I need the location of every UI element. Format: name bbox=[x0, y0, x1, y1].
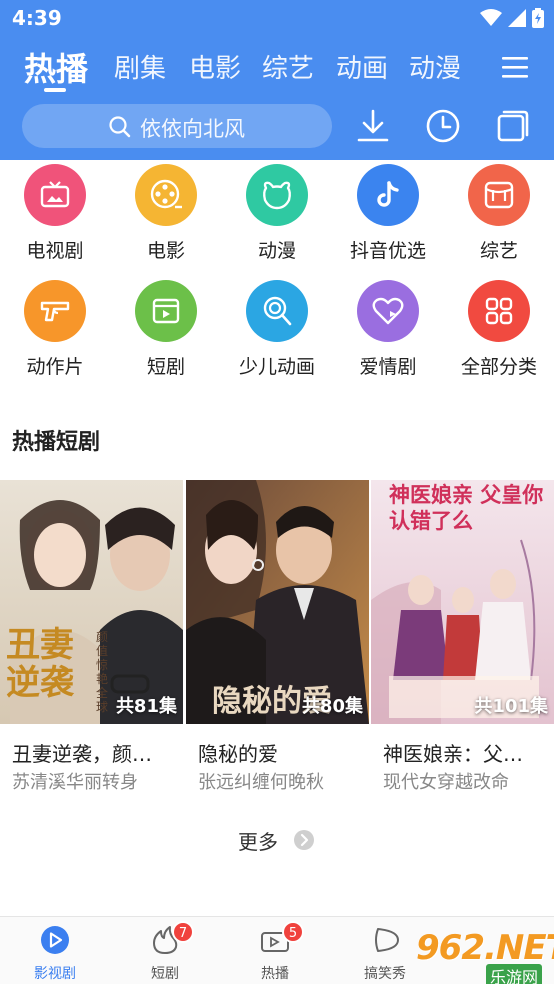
category-icon-bg bbox=[357, 280, 419, 342]
episode-count: 共101集 bbox=[474, 696, 548, 717]
category-label: 动漫 bbox=[257, 240, 296, 262]
card-subtitle: 苏清溪华丽转身 bbox=[12, 772, 138, 793]
poster-subtitle-text: 颜值惊艳全球 bbox=[96, 630, 109, 714]
tab-movies[interactable]: 电影 bbox=[189, 48, 241, 85]
category-icon-bg bbox=[246, 164, 308, 226]
film-reel-icon bbox=[150, 179, 182, 209]
category-label: 综艺 bbox=[479, 240, 518, 262]
category-short-drama[interactable]: 短剧 bbox=[111, 280, 221, 390]
wifi-icon bbox=[480, 9, 502, 26]
download-icon[interactable] bbox=[354, 107, 392, 145]
watermark-subtext: 乐游网 bbox=[486, 964, 543, 984]
app-header: 4:39 热播 剧集 电影 综艺 动画 动漫 依依向北风 bbox=[0, 0, 554, 160]
search-input[interactable]: 依依向北风 bbox=[22, 104, 332, 148]
poster-title-text: 神医娘亲 父皇你认错了么 bbox=[389, 482, 544, 533]
nav-label: 影视剧 bbox=[34, 966, 76, 982]
poster-image: 丑妻逆袭 颜值惊艳全球 共81集 bbox=[0, 480, 183, 724]
gun-icon bbox=[40, 301, 70, 322]
menu-icon[interactable] bbox=[500, 52, 530, 82]
episode-count: 共80集 bbox=[301, 696, 363, 717]
grid-icon bbox=[485, 297, 513, 325]
play-circle-icon bbox=[41, 926, 69, 954]
nav-item-short-drama[interactable]: 7 短剧 bbox=[110, 917, 220, 984]
category-romance[interactable]: 爱情剧 bbox=[333, 280, 443, 390]
search-icon bbox=[109, 116, 131, 138]
category-label: 全部分类 bbox=[460, 356, 537, 378]
tab-hot[interactable]: 热播 bbox=[24, 44, 88, 90]
card-subtitle: 张远纠缠何晚秋 bbox=[198, 772, 324, 793]
drama-card[interactable]: 神医娘亲 父皇你认错了么 共101集 神医娘亲：父… 现代女穿越改命 bbox=[371, 480, 554, 793]
nav-label: 短剧 bbox=[151, 966, 179, 982]
category-label: 电影 bbox=[146, 240, 185, 262]
poster-title-text: 丑妻逆袭 bbox=[6, 625, 74, 703]
nav-item-tv-series[interactable]: 影视剧 bbox=[0, 917, 110, 984]
notification-badge: 5 bbox=[282, 921, 304, 943]
category-anime[interactable]: 动漫 bbox=[222, 164, 332, 274]
nav-item-hot[interactable]: 5 热播 bbox=[220, 917, 330, 984]
notification-badge: 7 bbox=[172, 921, 194, 943]
category-icon-bg bbox=[24, 164, 86, 226]
category-icon-bg bbox=[135, 164, 197, 226]
tab-series[interactable]: 剧集 bbox=[114, 48, 166, 85]
card-title: 神医娘亲：父… bbox=[383, 742, 523, 766]
video-clip-icon bbox=[152, 298, 180, 324]
category-tabs: 热播 剧集 电影 综艺 动画 动漫 bbox=[0, 42, 554, 92]
category-icon-bg bbox=[135, 280, 197, 342]
tab-animation[interactable]: 动画 bbox=[336, 48, 388, 85]
category-all[interactable]: 全部分类 bbox=[444, 280, 554, 390]
tab-anime[interactable]: 动漫 bbox=[409, 48, 461, 85]
battery-icon bbox=[532, 8, 544, 28]
category-douyin-picks[interactable]: 抖音优选 bbox=[333, 164, 443, 274]
drama-card[interactable]: 丑妻逆袭 颜值惊艳全球 共81集 丑妻逆袭，颜… 苏清溪华丽转身 bbox=[0, 480, 183, 793]
more-button[interactable]: 更多 bbox=[0, 826, 554, 856]
status-time: 4:39 bbox=[12, 6, 62, 30]
category-icon-bg bbox=[246, 280, 308, 342]
play-bubble-icon bbox=[375, 928, 399, 952]
tiktok-icon bbox=[377, 181, 399, 207]
more-label: 更多 bbox=[238, 830, 278, 854]
bear-icon bbox=[263, 181, 291, 210]
status-bar: 4:39 bbox=[0, 0, 554, 36]
category-icon-bg bbox=[357, 164, 419, 226]
category-label: 短剧 bbox=[146, 356, 185, 378]
category-label: 电视剧 bbox=[26, 240, 84, 262]
category-action[interactable]: 动作片 bbox=[0, 280, 110, 390]
drama-card[interactable]: 隐秘的爱 共80集 隐秘的爱 张远纠缠何晚秋 bbox=[186, 480, 369, 793]
card-title: 隐秘的爱 bbox=[198, 742, 278, 766]
poster-image: 隐秘的爱 共80集 bbox=[186, 480, 369, 724]
category-icon-bg bbox=[468, 164, 530, 226]
section-title: 热播短剧 bbox=[12, 430, 101, 455]
category-icon-bg bbox=[468, 280, 530, 342]
category-label: 抖音优选 bbox=[349, 240, 426, 262]
episode-count: 共81集 bbox=[115, 696, 177, 717]
category-variety[interactable]: 综艺 bbox=[444, 164, 554, 274]
history-clock-icon[interactable] bbox=[424, 107, 462, 145]
category-icon-bg bbox=[24, 280, 86, 342]
chevron-right-icon bbox=[294, 830, 314, 850]
search-placeholder: 依依向北风 bbox=[140, 117, 245, 141]
category-tv-series[interactable]: 电视剧 bbox=[0, 164, 110, 274]
multi-window-icon[interactable] bbox=[494, 107, 532, 145]
category-label: 动作片 bbox=[26, 356, 84, 378]
signal-icon bbox=[508, 9, 526, 27]
heart-play-icon bbox=[372, 297, 404, 325]
category-label: 少儿动画 bbox=[238, 356, 315, 378]
nav-label: 热播 bbox=[261, 966, 289, 982]
category-movies[interactable]: 电影 bbox=[111, 164, 221, 274]
active-tab-indicator bbox=[44, 88, 66, 92]
category-kids-animation[interactable]: 少儿动画 bbox=[222, 280, 332, 390]
card-subtitle: 现代女穿越改命 bbox=[383, 772, 509, 793]
card-title: 丑妻逆袭，颜… bbox=[12, 742, 152, 766]
category-label: 爱情剧 bbox=[359, 356, 417, 378]
variety-icon bbox=[484, 181, 514, 209]
poster-image: 神医娘亲 父皇你认错了么 共101集 bbox=[371, 480, 554, 724]
tab-variety[interactable]: 综艺 bbox=[262, 48, 314, 85]
watermark-logo: 962.NET 乐游网 bbox=[416, 926, 554, 984]
tv-icon bbox=[40, 181, 70, 208]
status-icons bbox=[480, 8, 544, 28]
lollipop-icon bbox=[263, 296, 292, 326]
watermark-text: 962.NET bbox=[416, 928, 554, 968]
